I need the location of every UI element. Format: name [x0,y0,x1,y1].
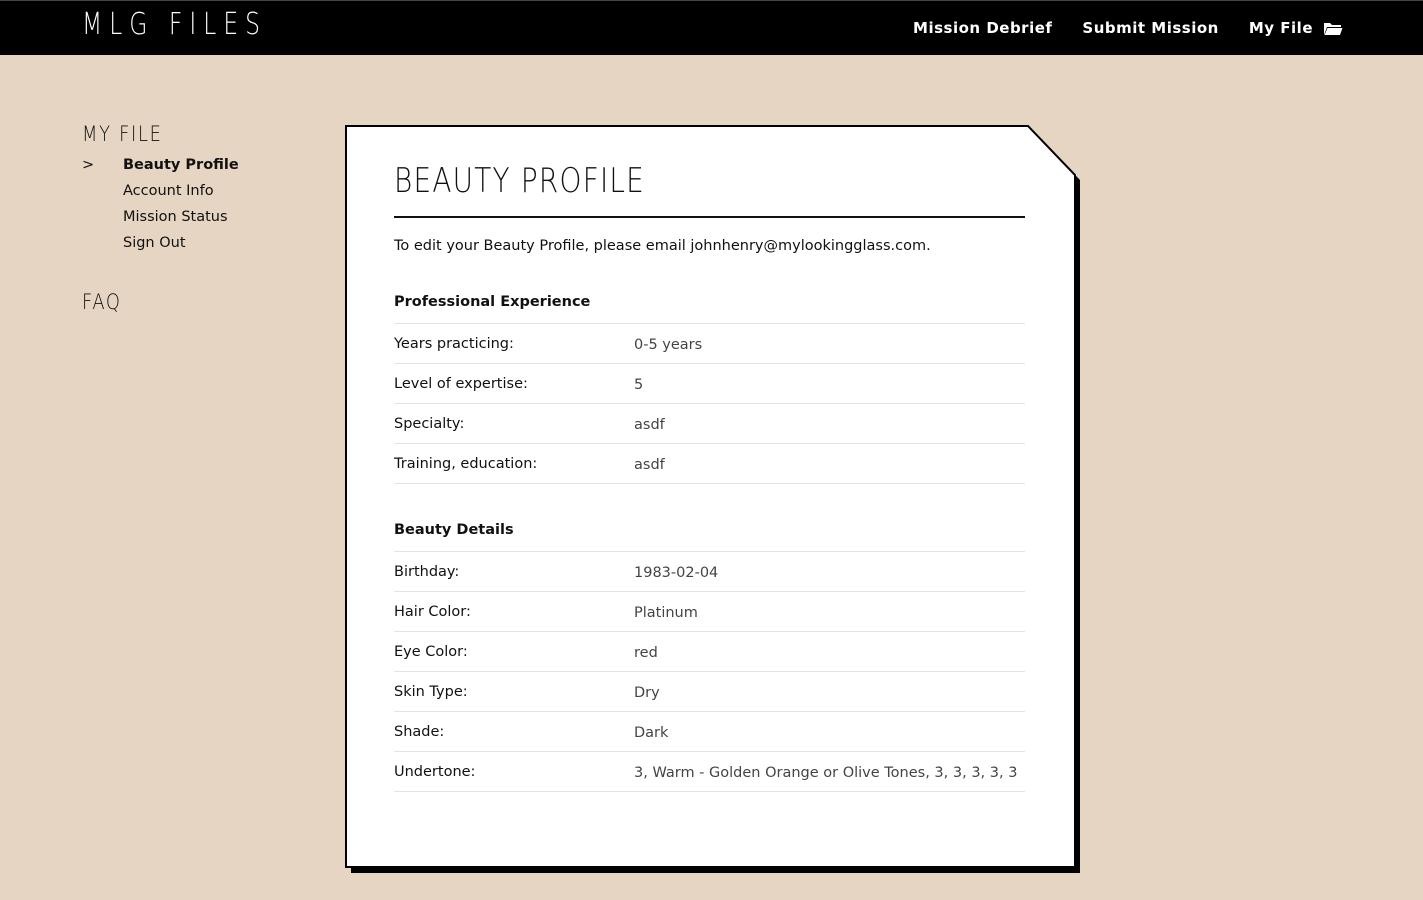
sidebar-item-beauty-profile[interactable]: > Beauty Profile [82,152,302,178]
edit-instructions: To edit your Beauty Profile, please emai… [394,238,931,254]
table-row: Level of expertise: 5 [394,364,1025,404]
table-row: Skin Type: Dry [394,672,1025,712]
section-heading-professional-experience: Professional Experience [394,292,1025,324]
sidebar-item-label: Sign Out [123,235,186,251]
table-row: Hair Color: Platinum [394,592,1025,632]
folder-icon [1323,21,1343,36]
field-value: 1983-02-04 [634,564,719,581]
field-value: 0-5 years [634,336,703,353]
table-row: Birthday: 1983-02-04 [394,552,1025,592]
sidebar-title: MY FILE [82,122,163,146]
field-value: 3, Warm - Golden Orange or Olive Tones, … [634,764,1018,781]
field-label: Shade: [394,723,445,740]
sidebar-item-sign-out[interactable]: Sign Out [82,230,302,256]
sidebar: MY FILE > Beauty Profile Account Info Mi… [82,122,302,314]
field-value: asdf [634,416,665,433]
field-label: Specialty: [394,415,465,432]
field-label: Level of expertise: [394,375,528,392]
nav-my-file-label: My File [1248,19,1313,37]
table-row: Specialty: asdf [394,404,1025,444]
table-row: Years practicing: 0-5 years [394,324,1025,364]
table-row: Training, education: asdf [394,444,1025,484]
title-divider [394,216,1025,218]
field-label: Eye Color: [394,643,468,660]
field-value: Dark [634,724,669,741]
nav-mission-debrief[interactable]: Mission Debrief [913,19,1052,37]
sidebar-menu: > Beauty Profile Account Info Mission St… [82,152,302,256]
field-label: Years practicing: [394,335,514,352]
section-heading-beauty-details: Beauty Details [394,520,1025,552]
field-value: 5 [634,376,644,393]
field-value: Dry [634,684,660,701]
sidebar-item-account-info[interactable]: Account Info [82,178,302,204]
field-value: Platinum [634,604,698,621]
top-navbar: MLG FILES Mission Debrief Submit Mission… [0,0,1423,55]
nav-my-file[interactable]: My File [1249,19,1343,37]
top-nav: Mission Debrief Submit Mission My File [883,1,1343,55]
profile-card: BEAUTY PROFILE To edit your Beauty Profi… [345,125,1080,873]
card-body: BEAUTY PROFILE To edit your Beauty Profi… [345,125,1075,868]
table-row: Eye Color: red [394,632,1025,672]
active-marker: > [82,157,95,173]
brand-logo[interactable]: MLG FILES [82,9,267,41]
sidebar-faq-link[interactable]: FAQ [82,290,269,314]
field-label: Birthday: [394,563,460,580]
sidebar-item-label: Account Info [123,183,214,199]
field-label: Skin Type: [394,683,468,700]
card-content: BEAUTY PROFILE To edit your Beauty Profi… [394,161,1025,792]
nav-submit-mission[interactable]: Submit Mission [1082,19,1218,37]
sidebar-item-label: Beauty Profile [123,157,239,173]
sidebar-item-label: Mission Status [123,209,228,225]
field-label: Undertone: [394,763,476,780]
field-label: Hair Color: [394,603,471,620]
field-value: asdf [634,456,665,473]
table-row: Shade: Dark [394,712,1025,752]
field-value: red [634,644,658,661]
table-row: Undertone: 3, Warm - Golden Orange or Ol… [394,752,1025,792]
sidebar-item-mission-status[interactable]: Mission Status [82,204,302,230]
page-title: BEAUTY PROFILE [394,161,646,201]
field-label: Training, education: [394,455,538,472]
